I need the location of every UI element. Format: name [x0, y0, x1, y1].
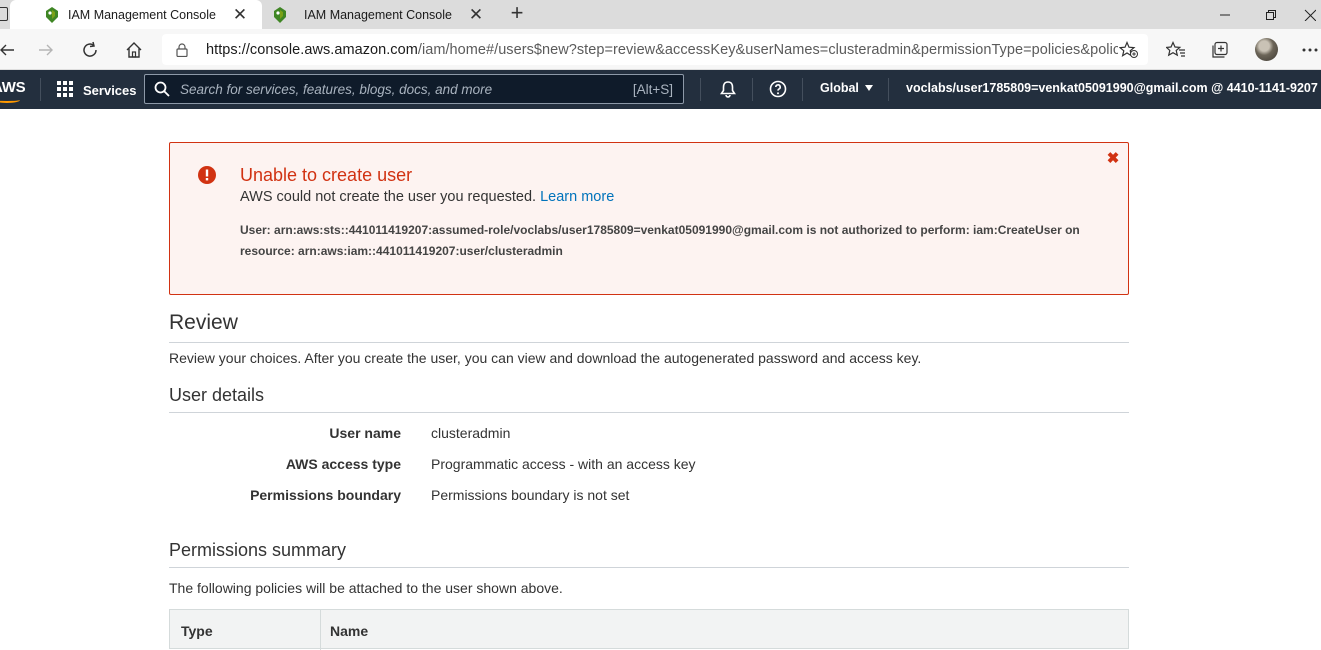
error-title: Unable to create user	[240, 165, 413, 185]
detail-row-user-name: User name clusteradmin	[169, 425, 1129, 445]
divider	[169, 412, 1129, 413]
nav-divider	[802, 78, 803, 101]
search-shortcut-hint: [Alt+S]	[632, 81, 673, 97]
detail-value: Programmatic access - with an access key	[431, 456, 696, 472]
policies-table-header: Type Name	[169, 609, 1129, 650]
detail-value: Permissions boundary is not set	[431, 487, 630, 503]
address-bar[interactable]: https://console.aws.amazon.com/iam/home#…	[162, 34, 1148, 65]
divider	[169, 567, 1129, 568]
search-icon	[154, 81, 172, 97]
collections-icon[interactable]	[1207, 37, 1233, 63]
column-divider	[320, 610, 321, 650]
error-detail-line: resource: arn:aws:iam::441011419207:user…	[240, 244, 563, 258]
column-header-type[interactable]: Type	[181, 623, 213, 639]
review-intro: Review your choices. After you create th…	[169, 350, 922, 366]
window-edge-icon	[0, 7, 8, 21]
url-path: /iam/home#/users$new?step=review&accessK…	[417, 41, 1118, 58]
new-tab-icon[interactable]: +	[506, 2, 528, 26]
account-label: voclabs/user1785809=venkat05091990@gmail…	[906, 81, 1318, 95]
services-menu-button[interactable]: Services	[57, 80, 137, 100]
profile-avatar[interactable]	[1255, 38, 1278, 61]
nav-divider	[752, 78, 753, 101]
tab-title: IAM Management Console	[304, 7, 452, 22]
add-favorite-icon[interactable]	[1118, 40, 1140, 59]
lock-icon[interactable]	[176, 42, 192, 57]
back-icon[interactable]	[0, 37, 20, 63]
forward-icon[interactable]	[33, 37, 59, 63]
nav-divider	[40, 78, 41, 101]
close-window-icon[interactable]	[1294, 0, 1321, 29]
search-input[interactable]	[180, 81, 633, 97]
detail-label: AWS access type	[285, 456, 401, 472]
divider	[169, 342, 1129, 343]
browser-tab-strip: IAM Management Console ✕ IAM Management …	[0, 0, 1321, 29]
bell-icon[interactable]	[717, 78, 739, 100]
help-icon[interactable]	[767, 78, 789, 100]
learn-more-link[interactable]: Learn more	[540, 189, 614, 205]
minimize-icon[interactable]	[1202, 0, 1248, 29]
permissions-summary-heading: Permissions summary	[169, 540, 347, 560]
account-menu[interactable]: voclabs/user1785809=venkat05091990@gmail…	[906, 81, 1321, 95]
error-description: AWS could not create the user you reques…	[240, 189, 614, 205]
page-title: Review	[169, 311, 238, 334]
nav-divider	[700, 78, 701, 101]
detail-label: User name	[329, 425, 401, 441]
aws-search-box[interactable]: [Alt+S]	[144, 74, 684, 104]
restore-icon[interactable]	[1248, 0, 1294, 29]
detail-row-access-type: AWS access type Programmatic access - wi…	[169, 456, 1129, 476]
more-options-icon[interactable]	[1299, 37, 1321, 63]
browser-toolbar: https://console.aws.amazon.com/iam/home#…	[0, 29, 1321, 70]
error-alert: Unable to create user AWS could not crea…	[169, 142, 1129, 295]
services-label: Services	[83, 82, 137, 98]
aws-logo[interactable]: AWS	[0, 79, 26, 96]
detail-row-permissions-boundary: Permissions boundary Permissions boundar…	[169, 487, 1129, 507]
error-detail-line: User: arn:aws:sts::441011419207:assumed-…	[240, 223, 1080, 237]
dismiss-close-icon[interactable]: ✖	[1105, 151, 1121, 167]
home-icon[interactable]	[121, 37, 147, 63]
detail-label: Permissions boundary	[250, 487, 401, 503]
aws-smile-logo	[0, 97, 20, 103]
user-details-heading: User details	[169, 385, 265, 405]
region-selector[interactable]: Global	[820, 81, 873, 95]
detail-value: clusteradmin	[431, 425, 511, 441]
reload-icon[interactable]	[77, 37, 103, 63]
aws-console-nav: AWS Services [Alt+S] Global voclabs/user…	[0, 70, 1321, 109]
error-icon	[197, 165, 217, 185]
browser-tab-1[interactable]: IAM Management Console ✕	[10, 0, 262, 29]
region-label: Global	[820, 81, 859, 95]
url-text: https://console.aws.amazon.com/iam/home#…	[206, 42, 1118, 58]
favorites-icon[interactable]	[1163, 37, 1189, 63]
iam-favicon-icon	[272, 6, 288, 23]
close-tab-icon[interactable]: ✕	[230, 5, 250, 25]
iam-favicon-icon	[44, 6, 60, 23]
error-description-text: AWS could not create the user you reques…	[240, 189, 537, 205]
caret-down-icon	[864, 85, 873, 91]
error-detail: User: arn:aws:sts::441011419207:assumed-…	[240, 220, 1100, 262]
grid-icon	[57, 81, 75, 99]
permissions-intro: The following policies will be attached …	[169, 580, 563, 596]
column-header-name[interactable]: Name	[330, 623, 368, 639]
close-tab-icon[interactable]: ✕	[466, 5, 486, 25]
tab-title: IAM Management Console	[68, 7, 216, 22]
nav-divider	[888, 78, 889, 101]
browser-tab-2[interactable]: IAM Management Console ✕	[262, 0, 498, 29]
url-host: https://console.aws.amazon.com	[206, 41, 418, 58]
